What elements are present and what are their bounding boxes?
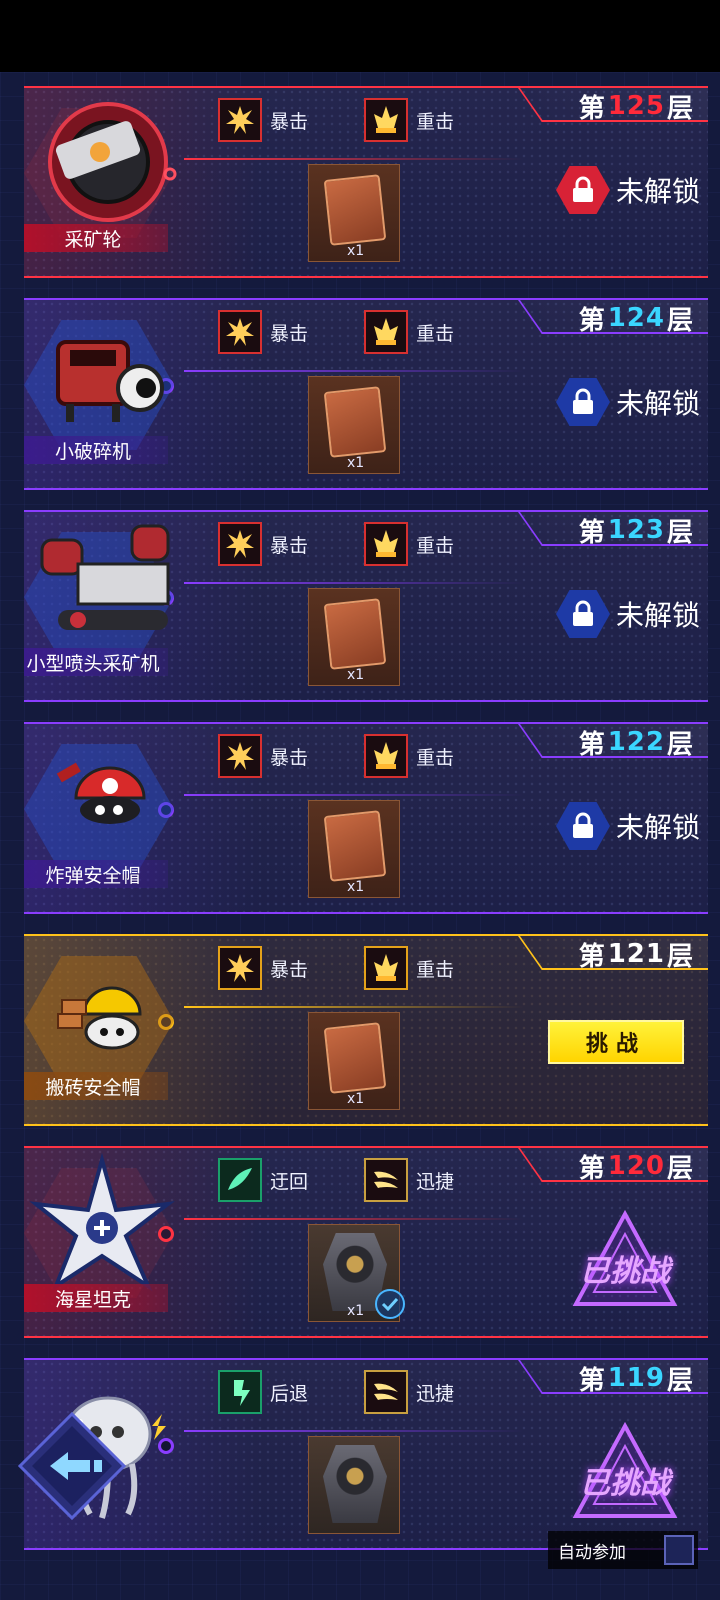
- monster-name: 采矿轮: [24, 224, 168, 252]
- lock-icon: [555, 802, 610, 850]
- monster-name: 搬砖安全帽: [24, 1072, 168, 1100]
- reward-item[interactable]: x1: [308, 588, 400, 686]
- reward-item[interactable]: x1: [308, 1012, 400, 1110]
- connector-line: [184, 582, 524, 584]
- challenged-badge: 已挑战: [570, 1420, 680, 1530]
- connector-line: [184, 1218, 524, 1220]
- monster-portrait[interactable]: 采矿轮: [24, 92, 188, 262]
- skill-crit[interactable]: 暴击: [218, 734, 308, 778]
- monster-portrait[interactable]: 搬砖安全帽: [24, 940, 188, 1110]
- floor-list[interactable]: 第 125 层 采矿轮 暴击 重击 x1 未解锁 第 124 层 小破碎机 暴击…: [0, 72, 720, 1600]
- floor-title: 第 122 层: [578, 727, 694, 760]
- monster-portrait[interactable]: 炸弹安全帽: [24, 728, 188, 898]
- floor-title: 第 125 层: [578, 91, 694, 124]
- connector-line: [184, 158, 524, 160]
- connector-line: [184, 370, 524, 372]
- skill-crit[interactable]: 暴击: [218, 946, 308, 990]
- monster-portrait[interactable]: 小破碎机: [24, 304, 188, 474]
- locked-status: 未解锁: [555, 590, 700, 638]
- skill-retreat[interactable]: 后退: [218, 1370, 308, 1414]
- retreat-icon: [218, 1370, 262, 1414]
- skill-heavy[interactable]: 重击: [364, 734, 454, 778]
- back-arrow-icon: [17, 1411, 127, 1521]
- skill-swift[interactable]: 迅捷: [364, 1370, 454, 1414]
- floor-title: 第 121 层: [578, 939, 694, 972]
- skill-crit[interactable]: 暴击: [218, 98, 308, 142]
- monster-portrait[interactable]: 小型喷头采矿机: [24, 516, 188, 686]
- challenged-badge: 已挑战: [570, 1208, 680, 1318]
- crit-explosion-icon: [218, 946, 262, 990]
- crit-explosion-icon: [218, 310, 262, 354]
- crit-explosion-icon: [218, 522, 262, 566]
- reward-card-icon: [323, 386, 387, 458]
- reward-card-icon: [323, 174, 387, 246]
- skill-crit[interactable]: 暴击: [218, 310, 308, 354]
- swift-claw-icon: [364, 1370, 408, 1414]
- skill-swift[interactable]: 迅捷: [364, 1158, 454, 1202]
- lock-icon: [555, 590, 610, 638]
- auto-join-checkbox[interactable]: [664, 1535, 694, 1565]
- auto-join-toggle[interactable]: 自动参加: [548, 1531, 698, 1569]
- floor-card[interactable]: 第 125 层 采矿轮 暴击 重击 x1 未解锁: [24, 86, 708, 278]
- reward-item[interactable]: [308, 1436, 400, 1534]
- floor-card[interactable]: 第 122 层 炸弹安全帽 暴击 重击 x1 未解锁: [24, 722, 708, 914]
- skill-heavy[interactable]: 重击: [364, 310, 454, 354]
- skill-heavy[interactable]: 重击: [364, 522, 454, 566]
- monster-name: 海星坦克: [24, 1284, 168, 1312]
- heavy-strike-icon: [364, 522, 408, 566]
- mech-reward-icon: [323, 1445, 387, 1523]
- locked-status: 未解锁: [555, 378, 700, 426]
- reward-item[interactable]: x1: [308, 800, 400, 898]
- skill-heavy[interactable]: 重击: [364, 98, 454, 142]
- crit-explosion-icon: [218, 98, 262, 142]
- reward-item[interactable]: x1: [308, 164, 400, 262]
- connector-line: [184, 1006, 524, 1008]
- floor-title: 第 119 层: [578, 1363, 694, 1396]
- lock-icon: [555, 378, 610, 426]
- floor-card[interactable]: 第 121 层 搬砖安全帽 暴击 重击 x1 挑战: [24, 934, 708, 1126]
- monster-name: 炸弹安全帽: [24, 860, 168, 888]
- monster-portrait[interactable]: 海星坦克: [24, 1152, 188, 1322]
- floor-title: 第 124 层: [578, 303, 694, 336]
- skill-dodge[interactable]: 迂回: [218, 1158, 308, 1202]
- heavy-strike-icon: [364, 946, 408, 990]
- connector-line: [184, 794, 524, 796]
- floor-card[interactable]: 第 123 层 小型喷头采矿机 暴击 重击 x1 未解锁: [24, 510, 708, 702]
- lock-icon: [555, 166, 610, 214]
- floor-title: 第 123 层: [578, 515, 694, 548]
- swift-claw-icon: [364, 1158, 408, 1202]
- floor-card[interactable]: 第 124 层 小破碎机 暴击 重击 x1 未解锁: [24, 298, 708, 490]
- heavy-strike-icon: [364, 734, 408, 778]
- skill-heavy[interactable]: 重击: [364, 946, 454, 990]
- reward-card-icon: [323, 598, 387, 670]
- skill-crit[interactable]: 暴击: [218, 522, 308, 566]
- heavy-strike-icon: [364, 310, 408, 354]
- connector-line: [184, 1430, 524, 1432]
- reward-item[interactable]: x1: [308, 1224, 405, 1322]
- monster-name: 小型喷头采矿机: [24, 648, 168, 676]
- reward-card-icon: [323, 1022, 387, 1094]
- challenge-button[interactable]: 挑战: [548, 1020, 684, 1064]
- floor-title: 第 120 层: [578, 1151, 694, 1184]
- crit-explosion-icon: [218, 734, 262, 778]
- status-bar: [0, 0, 720, 72]
- dodge-leaf-icon: [218, 1158, 262, 1202]
- locked-status: 未解锁: [555, 166, 700, 214]
- back-button[interactable]: [14, 1408, 130, 1524]
- check-icon: [375, 1289, 405, 1319]
- monster-name: 小破碎机: [24, 436, 168, 464]
- floor-card[interactable]: 第 120 层 海星坦克 迂回 迅捷 x1 已挑战: [24, 1146, 708, 1338]
- reward-item[interactable]: x1: [308, 376, 400, 474]
- heavy-strike-icon: [364, 98, 408, 142]
- reward-card-icon: [323, 810, 387, 882]
- locked-status: 未解锁: [555, 802, 700, 850]
